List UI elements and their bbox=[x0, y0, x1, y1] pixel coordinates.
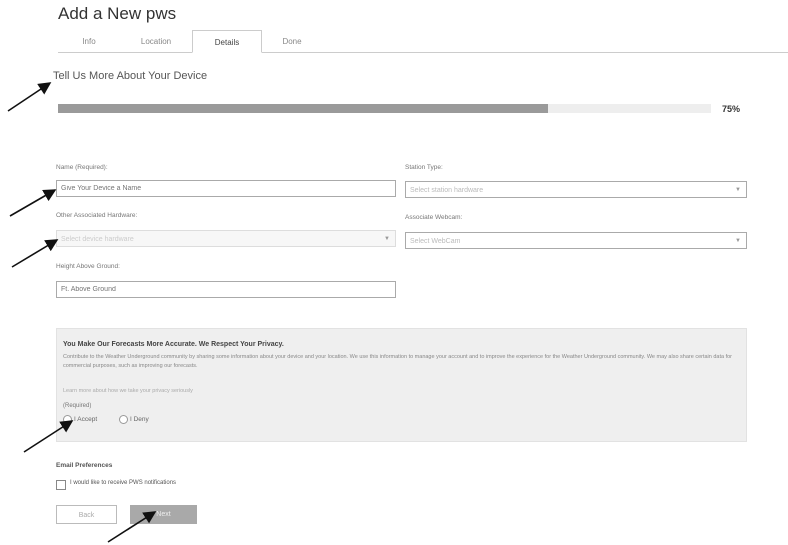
annotation-arrow bbox=[9, 189, 57, 217]
annotation-arrow bbox=[7, 82, 52, 112]
annotation-arrow bbox=[23, 420, 74, 453]
annotation-arrow bbox=[107, 511, 157, 543]
annotation-arrow bbox=[11, 239, 59, 268]
annotation-arrows bbox=[7, 82, 157, 543]
